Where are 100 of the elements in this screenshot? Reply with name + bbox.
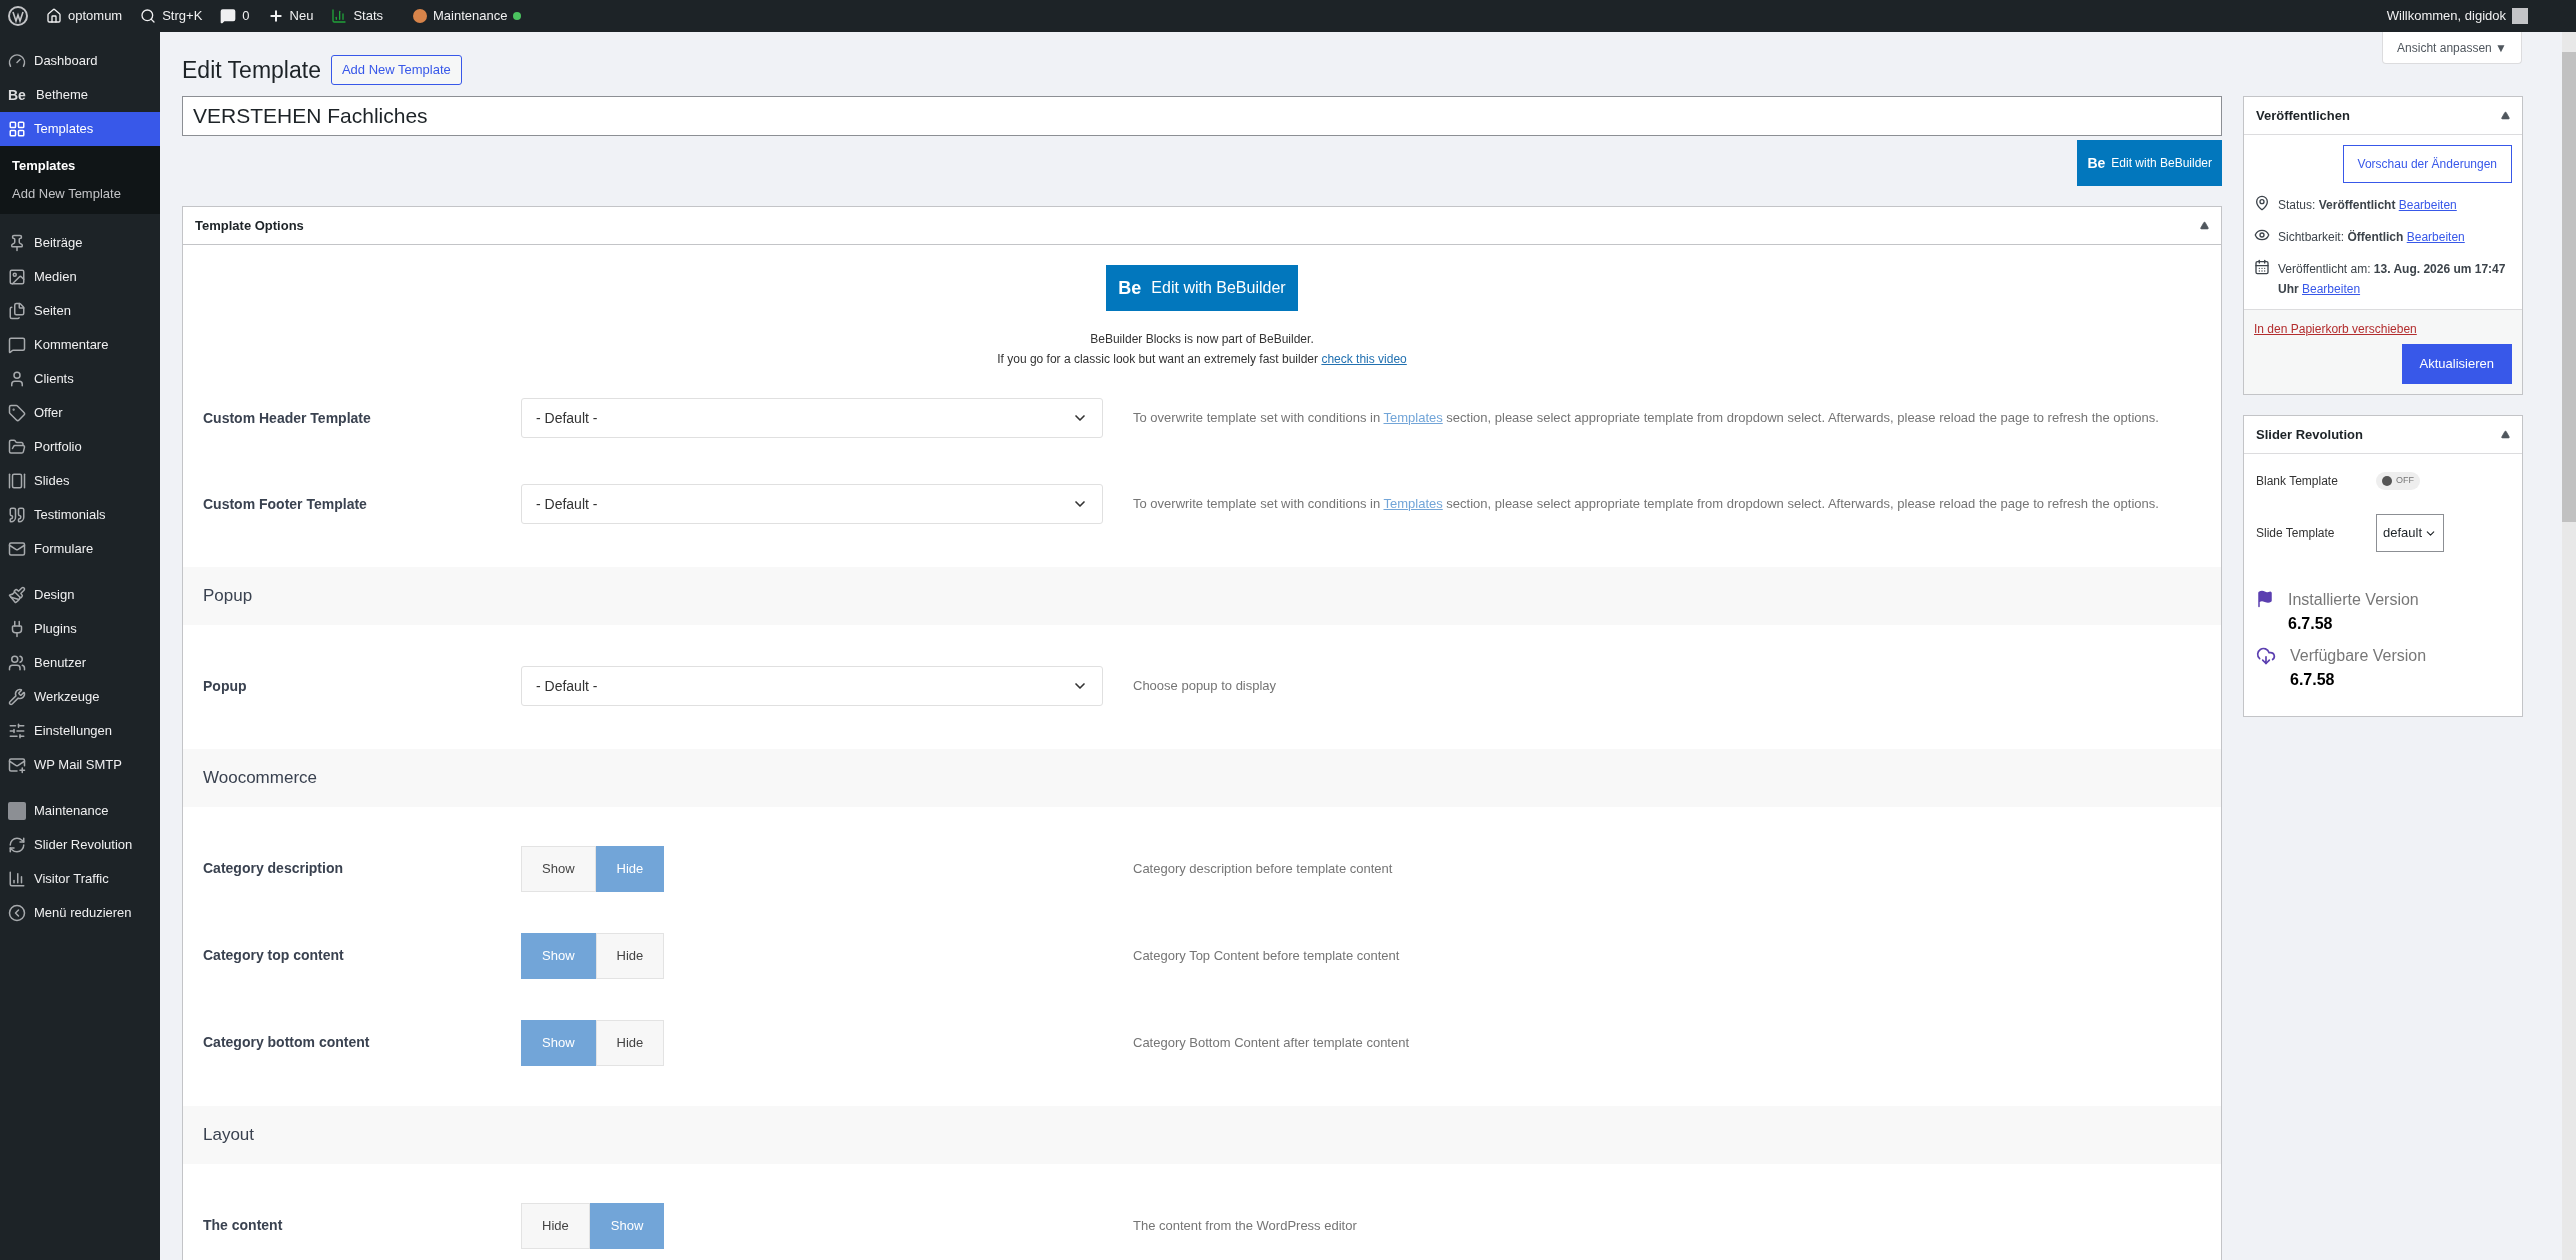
sidebar-item[interactable]: WP Mail SMTP [0, 748, 160, 782]
option-description: Category description before template content [1133, 859, 1394, 878]
flag-icon [2256, 590, 2274, 608]
stats-link[interactable]: Stats [331, 6, 384, 26]
dropdown-select[interactable]: - Default - [521, 484, 1103, 524]
update-button[interactable]: Aktualisieren [2401, 344, 2512, 384]
available-version-label: Verfügbare Version [2290, 646, 2427, 666]
installed-version-label: Installierte Version [2288, 590, 2419, 610]
comment-icon [220, 8, 237, 24]
collapse-arrow-icon[interactable] [2501, 430, 2510, 439]
site-link[interactable]: optomum [46, 6, 123, 26]
menu-icon [8, 438, 26, 456]
publish-date-text: Veröffentlicht am: 13. Aug. 2026 um 17:47 Uhr Bearbeiten [2278, 261, 2507, 298]
sidebar-item[interactable]: Templates [0, 112, 160, 146]
dropdown-select[interactable]: - Default - [521, 398, 1103, 438]
sidebar-item[interactable]: Formulare [0, 532, 160, 566]
sidebar-item[interactable]: Einstellungen [0, 714, 160, 748]
page-title: Edit Template [182, 55, 321, 85]
option-label: Custom Footer Template [202, 494, 368, 514]
eye-icon [2254, 227, 2270, 243]
sidebar-item[interactable]: Slider Revolution [0, 828, 160, 862]
sidebar-item[interactable]: Testimonials [0, 498, 160, 532]
video-link[interactable]: check this video [1321, 352, 1407, 366]
menu-icon [8, 120, 26, 138]
segment-button[interactable]: Hide [595, 1019, 665, 1066]
option-description: Category Top Content before template content [1133, 946, 1401, 965]
option-description: To overwrite template set with conditions in Templates section, please select appropriate template from dropdown select. Afterwards, please reload the page to refresh the options. [1133, 495, 2160, 513]
sidebar-item[interactable]: Slides [0, 464, 160, 498]
collapse-arrow-icon[interactable] [2200, 221, 2209, 230]
sidebar-item[interactable]: Visitor Traffic [0, 862, 160, 896]
avatar-icon [413, 9, 428, 23]
menu-icon [8, 268, 26, 286]
menu-icon [8, 302, 26, 320]
sidebar-item[interactable]: Seiten [0, 294, 160, 328]
menu-icon [8, 506, 26, 524]
panel-title: Veröffentlichen [2256, 106, 2350, 125]
sidebar-item[interactable]: Design [0, 578, 160, 612]
menu-icon [8, 586, 26, 604]
collapse-arrow-icon[interactable] [2501, 111, 2510, 120]
trash-link[interactable]: In den Papierkorb verschieben [2254, 320, 2512, 338]
submenu-item[interactable]: Templates [0, 152, 160, 180]
sidebar-item[interactable]: Werkzeuge [0, 680, 160, 714]
option-label: Custom Header Template [202, 408, 372, 428]
section-heading: Popup [183, 567, 2221, 625]
submenu-item[interactable]: Add New Template [0, 180, 160, 208]
pin-icon [2254, 195, 2270, 211]
segment-button[interactable]: Hide [521, 1202, 590, 1249]
option-description: Category Bottom Content after template content [1133, 1033, 1411, 1052]
sidebar-item[interactable]: Clients [0, 362, 160, 396]
dropdown-select[interactable]: - Default - [521, 666, 1103, 706]
edit-link[interactable]: Bearbeiten [2302, 282, 2361, 296]
sidebar-item[interactable]: Kommentare [0, 328, 160, 362]
cloud-download-icon [2256, 646, 2276, 666]
search-icon [140, 8, 157, 24]
sidebar-item[interactable]: Beiträge [0, 226, 160, 260]
calendar-icon [2254, 259, 2270, 275]
note-text: If you go for a classic look but want an extremely fast builder check this video [997, 351, 1407, 368]
screen-options-button[interactable]: Ansicht anpassen ▼ [2382, 32, 2522, 64]
available-version-value: 6.7.58 [2290, 670, 2336, 690]
sidebar-item[interactable]: Medien [0, 260, 160, 294]
sidebar-item[interactable]: Benutzer [0, 646, 160, 680]
sidebar-item[interactable]: Maintenance [0, 794, 160, 828]
menu-icon [8, 688, 26, 706]
comments-link[interactable]: 0 [220, 6, 250, 26]
toggle-switch[interactable]: OFF [2376, 472, 2420, 490]
option-description: The content from the WordPress editor [1133, 1216, 1358, 1235]
menu-icon [8, 234, 26, 252]
sidebar-item[interactable]: Menü reduzieren [0, 896, 160, 930]
search-link[interactable]: Strg+K [140, 6, 203, 26]
edit-link[interactable]: Bearbeiten [2406, 230, 2465, 244]
option-label: Category description [202, 859, 345, 878]
segment-button[interactable]: Show [521, 845, 596, 892]
installed-version-value: 6.7.58 [2288, 614, 2334, 634]
visibility-text: Sichtbarkeit: Öffentlich Bearbeiten [2278, 229, 2465, 246]
sidebar-item[interactable]: Plugins [0, 612, 160, 646]
blank-template-label: Blank Template [2256, 473, 2339, 490]
scrollbar[interactable] [2562, 32, 2576, 1260]
menu-icon [8, 336, 26, 354]
edit-with-bebuilder-button[interactable]: Be Edit with BeBuilder [2077, 140, 2222, 186]
sidebar-item[interactable]: Portfolio [0, 430, 160, 464]
title-input-field[interactable]: VERSTEHEN Fachliches [182, 96, 2222, 136]
add-new-template-button[interactable]: Add New Template [330, 55, 462, 85]
sidebar-item[interactable]: Dashboard [0, 44, 160, 78]
sidebar-item[interactable]: Be Betheme [0, 78, 160, 112]
option-label: Popup [202, 676, 248, 696]
panel-title: Slider Revolution [2256, 425, 2363, 444]
new-link[interactable]: Neu [267, 6, 314, 26]
wordpress-logo-icon[interactable] [8, 6, 28, 26]
preview-button[interactable]: Vorschau der Änderungen [2342, 145, 2512, 183]
slide-template-select[interactable]: default [2376, 514, 2445, 552]
menu-icon [8, 52, 26, 70]
segment-button[interactable]: Hide [595, 932, 665, 979]
maintenance-link[interactable]: Maintenance [413, 6, 522, 26]
sidebar-item[interactable]: Offer [0, 396, 160, 430]
edit-link[interactable]: Bearbeiten [2398, 198, 2457, 212]
menu-icon [8, 836, 26, 854]
edit-with-bebuilder-button[interactable]: Be Edit with BeBuilder [1106, 265, 1298, 311]
note-text: BeBuilder Blocks is now part of BeBuilder. [1090, 331, 1314, 348]
greeting-text[interactable]: Willkommen, digidok [2386, 6, 2506, 26]
menu-icon [8, 472, 26, 490]
